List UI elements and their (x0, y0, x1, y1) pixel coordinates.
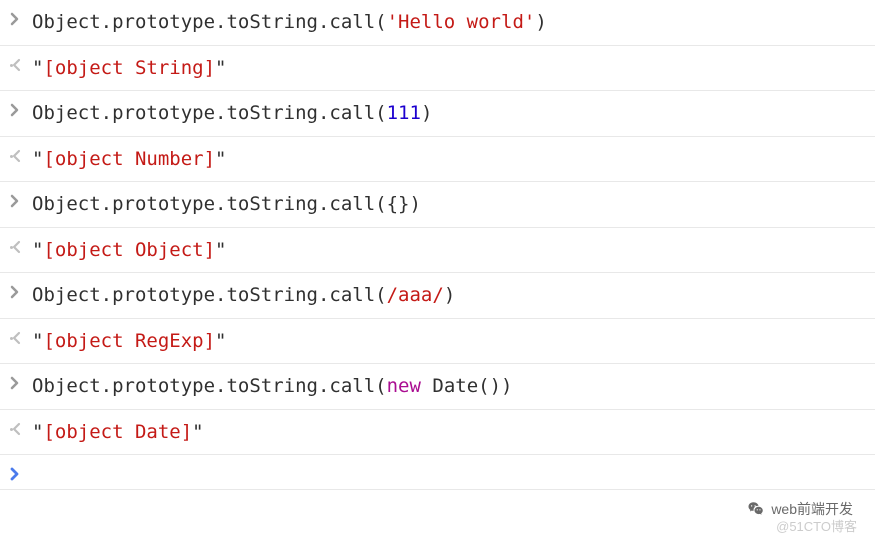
console-input-code: Object.prototype.toString.call(/aaa/) (32, 281, 865, 310)
console-input-code: Object.prototype.toString.call('Hello wo… (32, 8, 865, 37)
console-output-panel: Object.prototype.toString.call('Hello wo… (0, 0, 875, 490)
code-token: " (32, 239, 43, 261)
console-input-line: Object.prototype.toString.call('Hello wo… (0, 0, 875, 46)
console-output-line: "[object Date]" (0, 410, 875, 456)
watermark-secondary: @51CTO博客 (776, 516, 857, 535)
console-output-value: "[object Number]" (32, 145, 865, 174)
console-input-line: Object.prototype.toString.call(111) (0, 91, 875, 137)
chevron-left-output-icon (10, 240, 32, 254)
code-token: ) (421, 102, 432, 124)
code-token: Object.prototype.toString.call( (32, 284, 387, 306)
console-input-line: Object.prototype.toString.call(/aaa/) (0, 273, 875, 319)
console-input-code: Object.prototype.toString.call(new Date(… (32, 372, 865, 401)
console-output-value: "[object Date]" (32, 418, 865, 447)
chevron-right-icon (10, 285, 32, 299)
console-input-code: Object.prototype.toString.call({}) (32, 190, 865, 219)
code-token: [object Number] (43, 148, 215, 170)
code-token: 'Hello world' (387, 11, 536, 33)
code-token: [object String] (43, 57, 215, 79)
code-token: Object.prototype.toString.call( (32, 375, 387, 397)
code-token: Object.prototype.toString.call( (32, 11, 387, 33)
code-token: " (192, 421, 203, 443)
code-token: Object.prototype.toString.call( (32, 102, 387, 124)
code-token: " (32, 57, 43, 79)
chevron-right-icon (10, 376, 32, 390)
console-output-line: "[object Object]" (0, 228, 875, 274)
code-token: ) (535, 11, 546, 33)
console-output-line: "[object String]" (0, 46, 875, 92)
code-token: " (32, 421, 43, 443)
code-token: " (215, 148, 226, 170)
chevron-left-output-icon (10, 331, 32, 345)
code-token: " (32, 148, 43, 170)
code-token: 111 (387, 102, 421, 124)
code-token: " (215, 239, 226, 261)
chevron-left-output-icon (10, 58, 32, 72)
code-token: " (32, 330, 43, 352)
code-token: Object.prototype.toString.call({}) (32, 193, 421, 215)
code-token: " (215, 57, 226, 79)
code-token: [object Date] (43, 421, 192, 443)
console-output-value: "[object RegExp]" (32, 327, 865, 356)
code-token: ) (444, 284, 455, 306)
console-input-line: Object.prototype.toString.call(new Date(… (0, 364, 875, 410)
console-output-value: "[object String]" (32, 54, 865, 83)
code-token: " (215, 330, 226, 352)
console-input-code: Object.prototype.toString.call(111) (32, 99, 865, 128)
chevron-right-icon (10, 194, 32, 208)
code-token: /aaa/ (387, 284, 444, 306)
code-token: new (387, 375, 421, 397)
console-prompt-line[interactable] (0, 455, 875, 490)
code-token: Date()) (421, 375, 513, 397)
console-output-value: "[object Object]" (32, 236, 865, 265)
code-token: [object Object] (43, 239, 215, 261)
wechat-icon (747, 500, 765, 518)
chevron-left-output-icon (10, 149, 32, 163)
chevron-right-icon (10, 12, 32, 26)
chevron-right-cursor-icon (10, 467, 32, 481)
chevron-left-output-icon (10, 422, 32, 436)
console-input-line: Object.prototype.toString.call({}) (0, 182, 875, 228)
code-token: [object RegExp] (43, 330, 215, 352)
console-output-line: "[object RegExp]" (0, 319, 875, 365)
console-output-line: "[object Number]" (0, 137, 875, 183)
chevron-right-icon (10, 103, 32, 117)
